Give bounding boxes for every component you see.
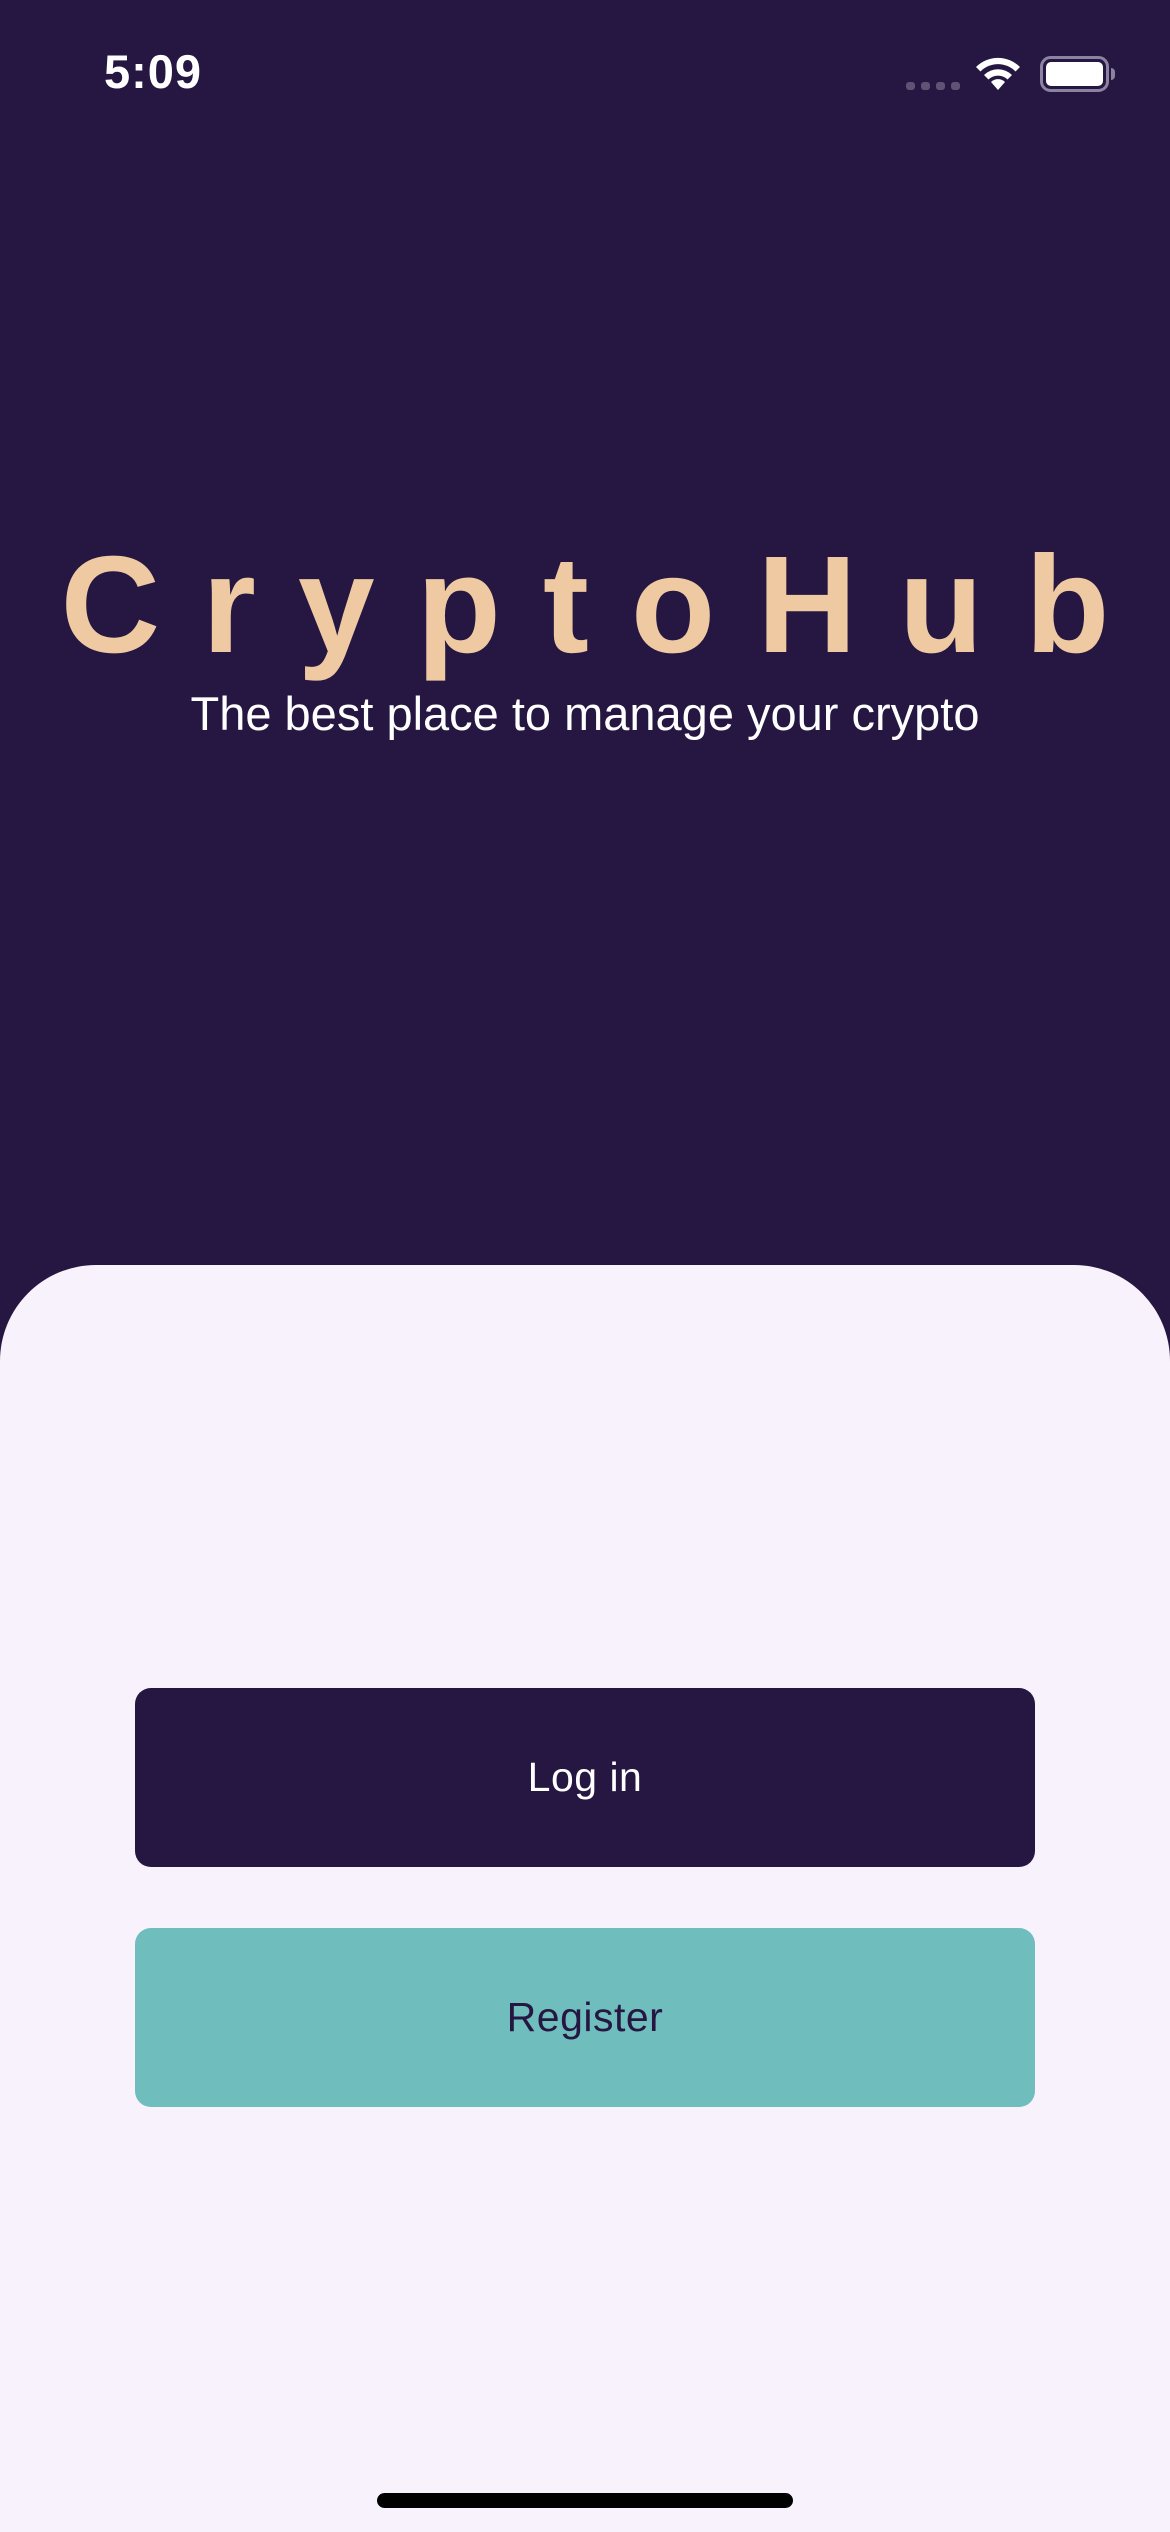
wifi-icon (976, 57, 1020, 90)
home-indicator[interactable] (377, 2493, 793, 2508)
battery-icon (1040, 56, 1115, 92)
auth-bottom-sheet: Log in Register (0, 1265, 1170, 2532)
status-time: 5:09 (104, 45, 203, 98)
app-tagline: The best place to manage your crypto (190, 687, 980, 740)
status-bar: 5:09 (0, 0, 1170, 150)
register-button[interactable]: Register (135, 1928, 1035, 2107)
login-button[interactable]: Log in (135, 1688, 1035, 1867)
cellular-signal-icon (906, 82, 960, 90)
app-title: CryptoHub (60, 528, 1152, 682)
welcome-screen: 5:09 CryptoHub The best place to manage … (0, 0, 1170, 2532)
